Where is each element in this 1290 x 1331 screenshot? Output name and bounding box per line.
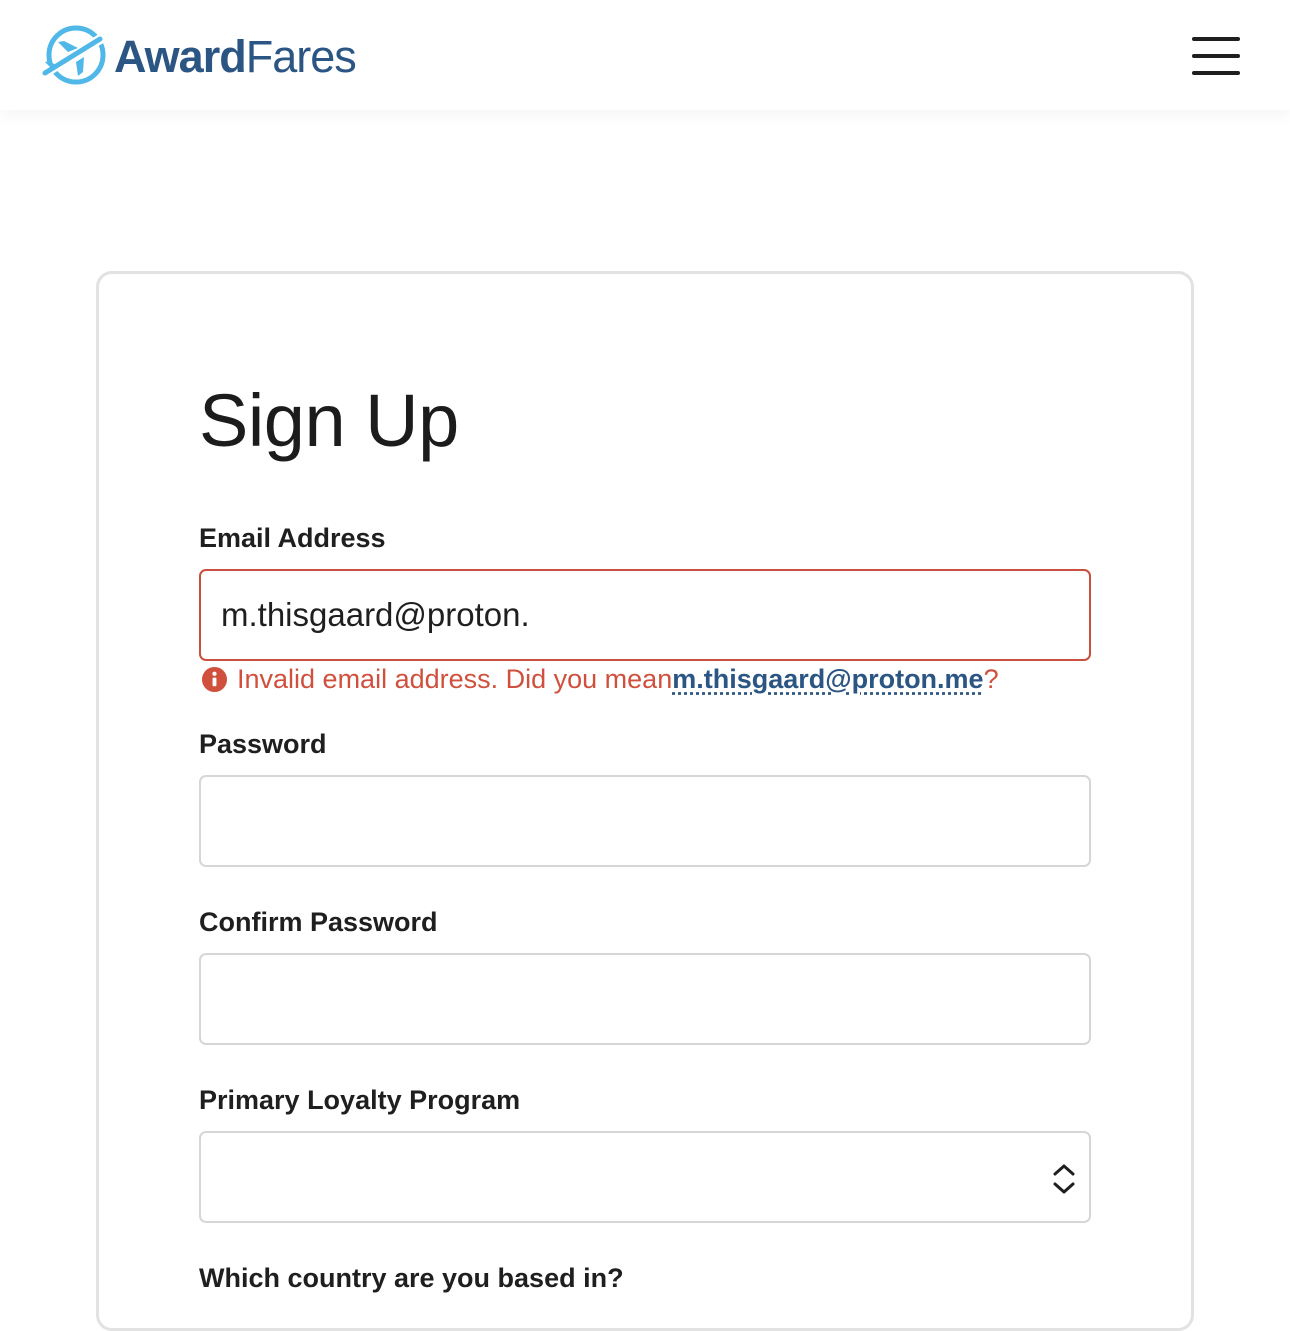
chevron-up-down-icon: [1053, 1164, 1075, 1194]
menu-bar: [1192, 54, 1240, 58]
confirm-password-label: Confirm Password: [199, 907, 438, 937]
email-error-message: Invalid email address. Did you mean m.th…: [201, 666, 999, 693]
email-error-text: Invalid email address. Did you mean: [237, 664, 673, 694]
site-header: AwardFares: [0, 0, 1290, 110]
email-error-suffix: ?: [983, 664, 999, 694]
confirm-password-field[interactable]: [199, 953, 1091, 1045]
logo-text-light: Fares: [245, 30, 357, 82]
menu-bar: [1192, 71, 1240, 75]
email-field[interactable]: [199, 569, 1091, 661]
logo-text-bold: Award: [114, 30, 247, 82]
awardfares-logo[interactable]: AwardFares: [40, 24, 357, 88]
airplane-circle-icon: [40, 25, 107, 85]
page-title: Sign Up: [199, 379, 459, 462]
hamburger-menu-icon[interactable]: [1186, 30, 1246, 82]
loyalty-program-select[interactable]: [199, 1131, 1091, 1223]
logo-wordmark: AwardFares: [114, 30, 357, 82]
email-suggestion-link[interactable]: m.thisgaard@proton.me: [672, 666, 983, 693]
email-label: Email Address: [199, 523, 386, 553]
loyalty-program-label: Primary Loyalty Program: [199, 1085, 521, 1115]
menu-bar: [1192, 37, 1240, 41]
password-field[interactable]: [199, 775, 1091, 867]
password-label: Password: [199, 729, 327, 759]
error-info-icon: [201, 666, 228, 693]
